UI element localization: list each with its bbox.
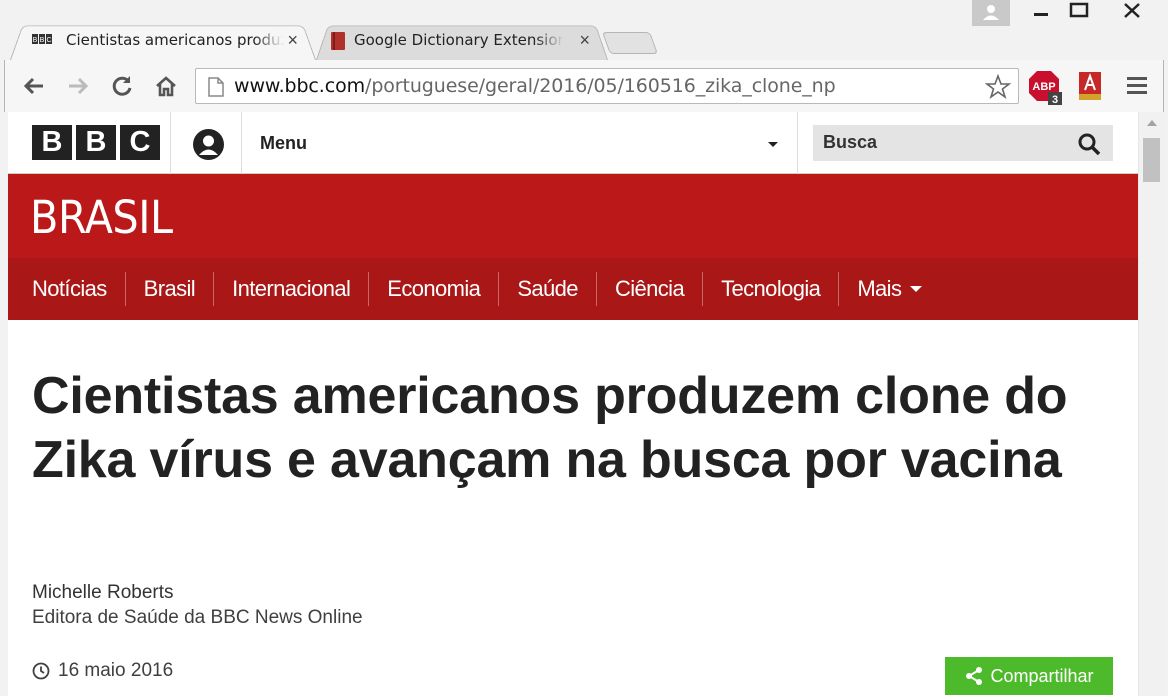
author-name: Michelle Roberts xyxy=(32,582,174,603)
scrollbar-thumb[interactable] xyxy=(1143,138,1160,182)
nav-label: Ciência xyxy=(614,276,685,301)
tab-close-icon[interactable]: × xyxy=(579,30,590,51)
abp-badge: 3 xyxy=(1052,94,1058,106)
window-close-button[interactable] xyxy=(1102,0,1162,26)
bookmark-star-icon[interactable] xyxy=(984,73,1012,101)
bbc-header: B B C Menu Busca xyxy=(8,112,1138,174)
clock-icon xyxy=(32,662,50,680)
tab-title: Cientistas americanos produzem clone xyxy=(66,31,284,49)
profile-button[interactable] xyxy=(972,0,1010,26)
nav-item-brasil[interactable]: Brasil xyxy=(126,272,215,306)
browser-titlebar: B B C Cientistas americanos produzem clo… xyxy=(0,0,1168,60)
nav-item-saude[interactable]: Saúde xyxy=(499,272,597,306)
acrobat-icon[interactable] xyxy=(1075,70,1105,102)
maximize-button[interactable] xyxy=(1062,0,1096,26)
abp-label: ABP xyxy=(1032,81,1055,93)
browser-toolbar: www.bbc.com/portuguese/geral/2016/05/160… xyxy=(4,60,1164,112)
bbc-logo[interactable]: B B C xyxy=(32,125,160,160)
svg-text:C: C xyxy=(46,37,51,44)
share-icon xyxy=(966,667,983,685)
url-text[interactable]: www.bbc.com/portuguese/geral/2016/05/160… xyxy=(234,75,836,97)
reload-icon[interactable] xyxy=(109,73,135,99)
tab-title: Google Dictionary Extension xyxy=(354,31,564,49)
nav-item-internacional[interactable]: Internacional xyxy=(214,272,370,306)
chrome-menu-icon[interactable] xyxy=(1125,74,1149,98)
nav-label: Mais xyxy=(857,276,902,301)
article-date: 16 maio 2016 xyxy=(32,660,173,682)
svg-text:B: B xyxy=(33,37,38,44)
section-title[interactable]: BRASIL xyxy=(30,191,173,244)
section-banner: BRASIL xyxy=(8,174,1138,258)
menu-button[interactable]: Menu xyxy=(260,133,307,154)
forward-icon[interactable] xyxy=(65,73,91,99)
page-icon xyxy=(208,77,224,97)
scroll-up-icon[interactable] xyxy=(1147,120,1157,126)
search-placeholder: Busca xyxy=(823,132,878,152)
section-nav: Notícias Brasil Internacional Economia S… xyxy=(8,258,1138,320)
back-icon[interactable] xyxy=(21,73,47,99)
article-headline: Cientistas americanos produzem clone do … xyxy=(32,367,1068,489)
tab-bbc-article[interactable]: B B C Cientistas americanos produzem clo… xyxy=(10,22,316,60)
adblock-plus-icon[interactable]: ABP 3 xyxy=(1027,70,1065,106)
nav-label: Economia xyxy=(387,276,481,301)
new-tab-button[interactable] xyxy=(601,32,659,54)
divider xyxy=(241,112,242,174)
account-icon[interactable] xyxy=(193,129,224,160)
nav-item-ciencia[interactable]: Ciência xyxy=(597,272,704,306)
search-icon[interactable] xyxy=(1077,132,1101,156)
nav-item-mais[interactable]: Mais xyxy=(839,272,940,306)
url-path: /portuguese/geral/2016/05/160516_zika_cl… xyxy=(365,75,836,97)
vertical-scrollbar[interactable] xyxy=(1138,112,1164,696)
nav-item-economia[interactable]: Economia xyxy=(369,272,500,306)
maximize-icon xyxy=(1069,2,1089,18)
minimize-button[interactable] xyxy=(1026,0,1056,26)
search-input[interactable]: Busca xyxy=(813,125,1113,161)
url-host: www.bbc.com xyxy=(234,75,366,97)
page-viewport: B B C Menu Busca BRASIL Notícias Brasil xyxy=(8,112,1138,696)
home-icon[interactable] xyxy=(153,73,179,99)
chevron-down-icon[interactable] xyxy=(768,142,778,147)
logo-letter: C xyxy=(120,125,160,160)
nav-label: Brasil xyxy=(143,276,196,301)
nav-item-tecnologia[interactable]: Tecnologia xyxy=(703,272,840,306)
nav-label: Notícias xyxy=(32,276,107,301)
svg-text:B: B xyxy=(40,37,45,44)
divider xyxy=(797,112,798,174)
tab-google-dictionary[interactable]: Google Dictionary Extension × xyxy=(316,22,608,60)
bbc-favicon-icon: B B C xyxy=(32,34,52,44)
minimize-icon xyxy=(1034,13,1048,16)
chevron-down-icon xyxy=(910,286,923,292)
close-icon xyxy=(1124,3,1140,18)
date-text: 16 maio 2016 xyxy=(58,660,174,681)
tab-close-icon[interactable]: × xyxy=(287,30,298,51)
nav-label: Internacional xyxy=(232,276,351,301)
author-role: Editora de Saúde da BBC News Online xyxy=(32,607,363,628)
share-button[interactable]: Compartilhar xyxy=(945,657,1113,695)
dictionary-favicon-icon xyxy=(331,32,345,50)
user-icon xyxy=(983,5,999,20)
nav-item-noticias[interactable]: Notícias xyxy=(14,272,126,306)
share-label: Compartilhar xyxy=(990,665,1094,686)
nav-label: Saúde xyxy=(517,276,578,301)
address-bar[interactable]: www.bbc.com/portuguese/geral/2016/05/160… xyxy=(195,68,1019,104)
divider xyxy=(170,112,171,174)
nav-label: Tecnologia xyxy=(721,276,821,301)
logo-letter: B xyxy=(76,125,116,160)
logo-letter: B xyxy=(32,125,72,160)
